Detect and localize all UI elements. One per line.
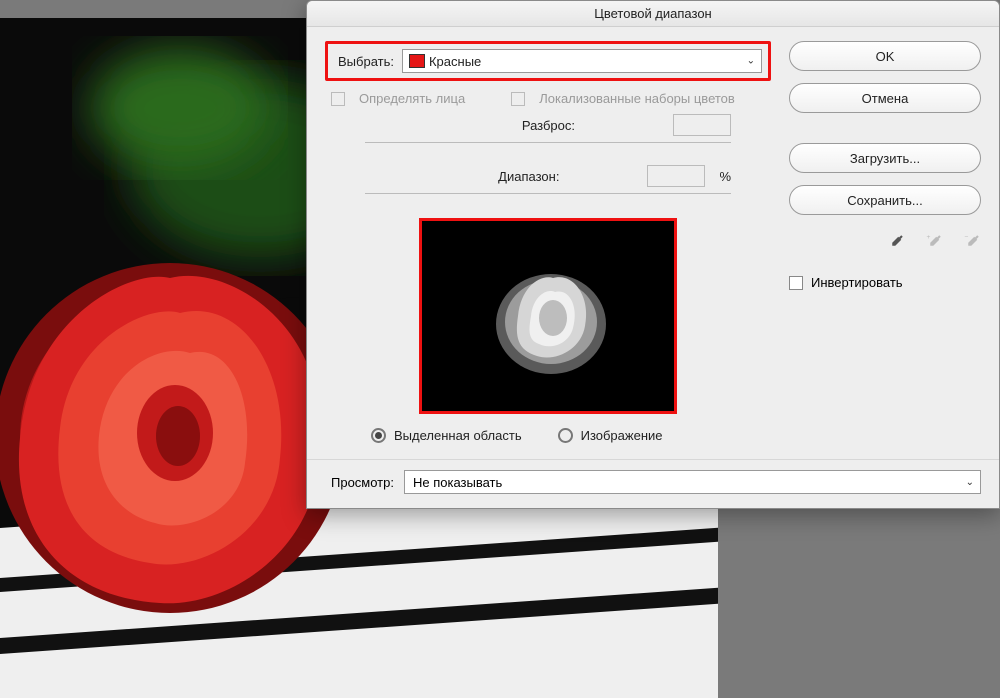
radio-icon (371, 428, 386, 443)
fuzziness-input (673, 114, 731, 136)
detect-faces-checkbox (331, 92, 345, 106)
range-input (647, 165, 705, 187)
select-dropdown[interactable]: Красные ⌄ (402, 49, 762, 73)
preview-mode-dropdown[interactable]: Не показывать ⌄ (404, 470, 981, 494)
ok-button[interactable]: OK (789, 41, 981, 71)
chevron-down-icon: ⌄ (747, 56, 755, 67)
chevron-down-icon: ⌄ (966, 477, 974, 488)
eyedropper-subtract-icon: − (963, 231, 981, 253)
cancel-button[interactable]: Отмена (789, 83, 981, 113)
selection-preview (419, 218, 677, 414)
select-label: Выбрать: (338, 54, 394, 69)
radio-selection[interactable]: Выделенная область (371, 428, 522, 443)
eyedropper-add-icon: + (925, 231, 943, 253)
invert-checkbox[interactable] (789, 276, 803, 290)
radio-image-label: Изображение (581, 428, 663, 443)
save-button[interactable]: Сохранить... (789, 185, 981, 215)
invert-label: Инвертировать (811, 275, 903, 290)
load-button[interactable]: Загрузить... (789, 143, 981, 173)
color-swatch-icon (409, 54, 425, 68)
select-value: Красные (429, 54, 481, 69)
preview-mode-label: Просмотр: (331, 475, 394, 490)
preview-mode-value: Не показывать (413, 475, 502, 490)
color-range-dialog: Цветовой диапазон Выбрать: Красные ⌄ Опр… (306, 0, 1000, 509)
range-unit: % (719, 169, 731, 184)
fuzziness-slider (365, 142, 731, 143)
range-label: Диапазон: (498, 169, 559, 184)
range-slider (365, 193, 731, 194)
radio-image[interactable]: Изображение (558, 428, 663, 443)
localized-label: Локализованные наборы цветов (539, 91, 735, 106)
radio-icon (558, 428, 573, 443)
svg-text:+: + (927, 234, 931, 241)
localized-checkbox (511, 92, 525, 106)
select-row-highlight: Выбрать: Красные ⌄ (325, 41, 771, 81)
svg-text:−: − (965, 234, 969, 241)
radio-selection-label: Выделенная область (394, 428, 522, 443)
eyedropper-icon[interactable] (887, 231, 905, 253)
detect-faces-label: Определять лица (359, 91, 465, 106)
dialog-title: Цветовой диапазон (307, 1, 999, 27)
fuzziness-label: Разброс: (522, 118, 575, 133)
